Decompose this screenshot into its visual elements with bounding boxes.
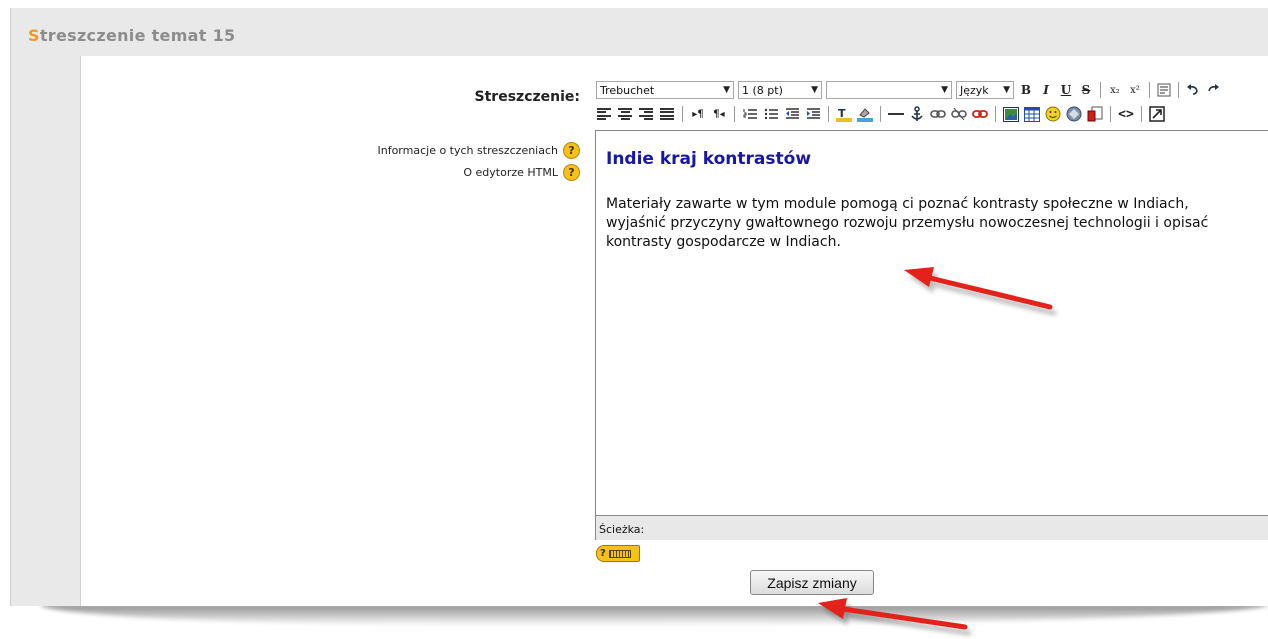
help-icon: ? <box>600 548 606 559</box>
font-size-value: 1 (8 pt) <box>742 83 783 97</box>
save-changes-button[interactable]: Zapisz zmiany <box>750 570 874 595</box>
undo-icon[interactable] <box>1185 81 1201 99</box>
language-value: Język <box>960 83 989 97</box>
strikethrough-button[interactable]: S <box>1078 81 1094 99</box>
section-title: Streszczenie temat 15 <box>28 26 235 45</box>
insert-character-icon[interactable] <box>1066 105 1082 123</box>
unlink-icon[interactable] <box>951 105 967 123</box>
toolbar-separator <box>828 106 829 122</box>
path-label: Ścieżka: <box>599 523 645 536</box>
redo-icon[interactable] <box>1205 81 1221 99</box>
chevron-down-icon: ▼ <box>941 85 948 95</box>
toolbar-separator <box>1100 82 1101 98</box>
outdent-icon[interactable] <box>784 105 800 123</box>
fullscreen-icon[interactable] <box>1149 105 1165 123</box>
underline-button[interactable]: U <box>1058 81 1074 99</box>
help-icon[interactable]: ? <box>563 142 580 159</box>
insert-table-icon[interactable] <box>1024 105 1040 123</box>
toolbar-separator <box>1178 82 1179 98</box>
html-source-icon[interactable]: <> <box>1118 105 1134 123</box>
bold-button[interactable]: B <box>1018 81 1034 99</box>
indent-icon[interactable] <box>805 105 821 123</box>
help-icon[interactable]: ? <box>563 164 580 181</box>
help-html-editor-link[interactable]: O edytorze HTML <box>463 166 558 179</box>
font-size-select[interactable]: 1 (8 pt) ▼ <box>738 81 822 99</box>
background-color-icon[interactable] <box>857 105 873 123</box>
toolbar-row-2: ▸¶ ¶◂ T <> <box>596 104 1165 124</box>
editor-path-bar: Ścieżka: <box>595 516 1268 540</box>
help-summaries-line[interactable]: Informacje o tych streszczeniach ? <box>377 142 580 159</box>
page-shadow <box>40 604 1268 626</box>
toolbar-separator <box>995 106 996 122</box>
clean-word-icon[interactable] <box>1156 81 1172 99</box>
toolbar-separator <box>1110 106 1111 122</box>
ordered-list-icon[interactable] <box>742 105 758 123</box>
editor-body-text: Materiały zawarte w tym module pomogą ci… <box>606 196 1209 250</box>
font-family-select[interactable]: Trebuchet ▼ <box>596 81 734 99</box>
toolbar-separator <box>1141 106 1142 122</box>
text-color-icon[interactable]: T <box>836 105 852 123</box>
subscript-button[interactable]: x₂ <box>1107 81 1123 99</box>
anchor-icon[interactable] <box>909 105 925 123</box>
rtl-icon[interactable]: ¶◂ <box>711 105 727 123</box>
html-editor-area[interactable]: Indie kraj kontrastów Materiały zawarte … <box>595 130 1268 516</box>
keyboard-help-icon[interactable]: ? <box>596 545 640 562</box>
nolink-icon[interactable] <box>972 105 988 123</box>
toolbar-separator <box>880 106 881 122</box>
link-icon[interactable] <box>930 105 946 123</box>
align-right-icon[interactable] <box>638 105 654 123</box>
section-title-rest: treszczenie temat 15 <box>39 26 236 45</box>
section-title-initial: S <box>28 26 40 45</box>
keyboard-icon <box>608 549 631 558</box>
svg-text:T: T <box>838 107 846 120</box>
help-summaries-link[interactable]: Informacje o tych streszczeniach <box>377 144 558 157</box>
toolbar-separator <box>1149 82 1150 98</box>
format-select[interactable]: ▼ <box>826 81 952 99</box>
chevron-down-icon: ▼ <box>811 85 818 95</box>
editor-heading: Indie kraj kontrastów <box>606 149 812 169</box>
help-html-editor-line[interactable]: O edytorze HTML ? <box>463 164 580 181</box>
toolbar-separator <box>734 106 735 122</box>
editor-toolbar: Trebuchet ▼ 1 (8 pt) ▼ ▼ Język ▼ B I U S… <box>596 78 1268 128</box>
ltr-icon[interactable]: ▸¶ <box>690 105 706 123</box>
chevron-down-icon: ▼ <box>723 85 730 95</box>
toolbar-row-1: Trebuchet ▼ 1 (8 pt) ▼ ▼ Język ▼ B I U S… <box>596 80 1221 100</box>
search-replace-icon[interactable] <box>1087 105 1103 123</box>
unordered-list-icon[interactable] <box>763 105 779 123</box>
align-center-icon[interactable] <box>617 105 633 123</box>
smiley-icon[interactable] <box>1045 105 1061 123</box>
superscript-button[interactable]: x² <box>1127 81 1143 99</box>
insert-image-icon[interactable] <box>1003 105 1019 123</box>
font-family-value: Trebuchet <box>600 83 655 97</box>
italic-button[interactable]: I <box>1038 81 1054 99</box>
align-justify-icon[interactable] <box>659 105 675 123</box>
summary-field-label: Streszczenie: <box>474 89 580 105</box>
horizontal-rule-icon[interactable] <box>888 105 904 123</box>
toolbar-separator <box>682 106 683 122</box>
chevron-down-icon: ▼ <box>1003 85 1010 95</box>
language-select[interactable]: Język ▼ <box>956 81 1014 99</box>
align-left-icon[interactable] <box>596 105 612 123</box>
